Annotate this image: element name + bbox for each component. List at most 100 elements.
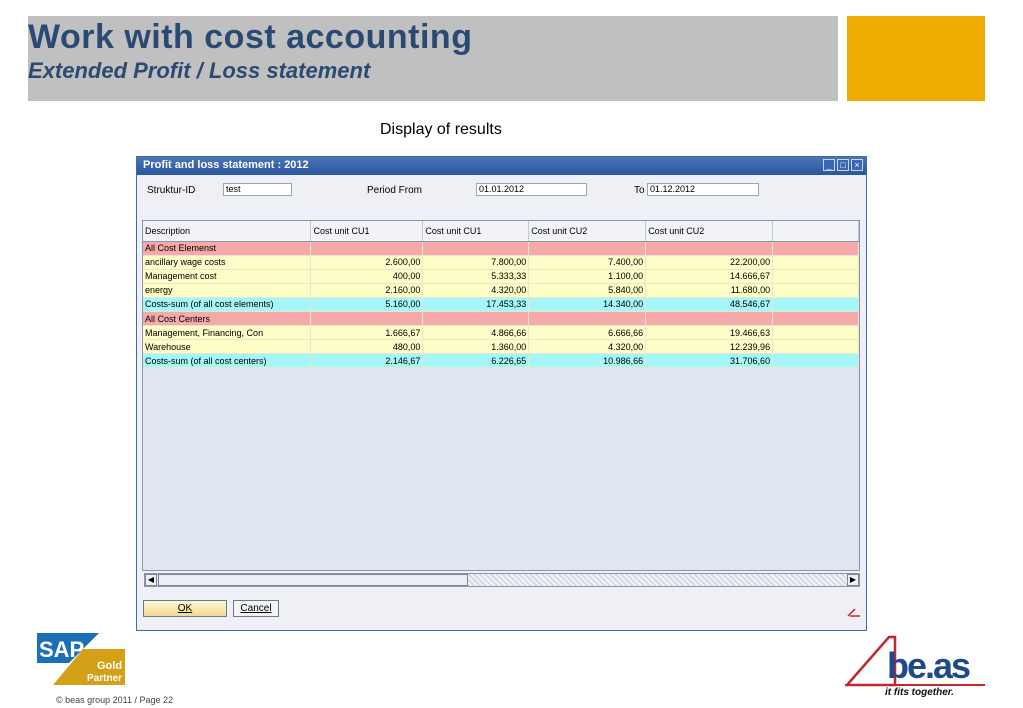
row-empty-cell (772, 255, 859, 270)
scrollbar-thumb[interactable] (158, 574, 468, 586)
row-value-cell[interactable]: 5.160,00 (310, 297, 424, 312)
row-value-cell[interactable]: 2.600,00 (310, 255, 424, 270)
table-row[interactable]: Costs-sum (of all cost elements) 5.160,00… (143, 297, 859, 312)
row-empty-cell (772, 283, 859, 298)
row-value-cell[interactable]: 48.546,67 (645, 297, 774, 312)
period-from-label: Period From (367, 185, 423, 196)
row-value-cell[interactable]: 22.200,00 (645, 255, 774, 270)
period-from-field[interactable]: 01.01.2012 (476, 183, 587, 196)
page-title: Work with cost accounting (28, 18, 473, 56)
row-empty-cell (772, 339, 859, 355)
window-title: Profit and loss statement : 2012 (143, 159, 309, 171)
results-grid: Description Cost unit CU1 Cost unit CU1 … (142, 220, 860, 571)
table-row[interactable]: Management cost 400,00 5.333,33 1.100,00 14.… (143, 269, 859, 284)
row-description-cell[interactable]: Costs-sum (of all cost centers) (143, 353, 312, 369)
row-value-cell[interactable]: 10.986,66 (528, 353, 647, 369)
column-header[interactable]: Description (143, 221, 312, 242)
struktur-id-field[interactable]: test (223, 183, 292, 196)
cancel-button[interactable]: Cancel (233, 600, 279, 617)
table-row[interactable]: All Cost Centers (143, 311, 859, 327)
row-value-cell[interactable]: 4.866,66 (422, 325, 530, 341)
row-value-cell[interactable]: 31.706,60 (645, 353, 774, 369)
row-value-cell[interactable]: 5.333,33 (422, 269, 530, 284)
row-value-cell[interactable] (422, 241, 530, 256)
row-description-cell[interactable]: All Cost Elemenst (143, 241, 312, 256)
pl-statement-window: Profit and loss statement : 2012 _ □ × S… (136, 156, 867, 631)
row-description-cell[interactable]: Management cost (143, 269, 312, 284)
table-row[interactable]: Warehouse 480,00 1.360,00 4.320,00 12.239,96 (143, 339, 859, 355)
row-value-cell[interactable]: 12.239,96 (645, 339, 774, 355)
row-empty-cell (772, 269, 859, 284)
row-description-cell[interactable]: Costs-sum (of all cost elements) (143, 297, 312, 312)
table-row[interactable]: Costs-sum (of all cost centers) 2.146,67 6… (143, 353, 859, 369)
window-titlebar[interactable]: Profit and loss statement : 2012 _ □ × (137, 157, 866, 175)
footer-copyright: © beas group 2011 / Page 22 (56, 695, 174, 705)
row-value-cell[interactable]: 4.320,00 (528, 339, 647, 355)
sap-partner-text: Partner (87, 673, 122, 684)
column-header[interactable]: Cost unit CU1 (310, 221, 424, 242)
row-value-cell[interactable]: 6.226,65 (422, 353, 530, 369)
row-value-cell[interactable]: 1.666,67 (310, 325, 424, 341)
row-value-cell[interactable]: 17.453,33 (422, 297, 530, 312)
row-value-cell[interactable] (310, 241, 424, 256)
row-value-cell[interactable]: 480,00 (310, 339, 424, 355)
row-value-cell[interactable] (422, 311, 530, 327)
row-value-cell[interactable] (645, 241, 774, 256)
row-empty-cell (772, 311, 859, 327)
sap-gold-text: Gold (97, 660, 122, 672)
table-row[interactable]: ancillary wage costs 2.600,00 7.800,00 7.40… (143, 255, 859, 270)
row-value-cell[interactable]: 1.100,00 (528, 269, 647, 284)
page-subtitle: Extended Profit / Loss statement (28, 58, 371, 83)
row-description-cell[interactable]: Warehouse (143, 339, 312, 355)
row-value-cell[interactable]: 4.320,00 (422, 283, 530, 298)
beas-logo: be.as it fits together. (845, 635, 985, 697)
row-value-cell[interactable]: 6.666,66 (528, 325, 647, 341)
table-row[interactable]: Management, Financing, Con 1.666,67 4.866,… (143, 325, 859, 341)
row-empty-cell (772, 297, 859, 312)
row-description-cell[interactable]: Management, Financing, Con (143, 325, 312, 341)
accent-box (847, 16, 985, 101)
row-description-cell[interactable]: All Cost Centers (143, 311, 312, 327)
row-value-cell[interactable] (528, 311, 647, 327)
row-value-cell[interactable] (310, 311, 424, 327)
row-value-cell[interactable]: 2.146,67 (310, 353, 424, 369)
maximize-button[interactable]: □ (837, 159, 849, 171)
row-value-cell[interactable]: 2.160,00 (310, 283, 424, 298)
row-empty-cell (772, 241, 859, 256)
table-row[interactable]: All Cost Elemenst (143, 241, 859, 256)
results-table: Description Cost unit CU1 Cost unit CU1 … (143, 221, 859, 369)
row-value-cell[interactable]: 1.360,00 (422, 339, 530, 355)
row-value-cell[interactable] (645, 311, 774, 327)
period-to-label: To (634, 185, 645, 196)
row-value-cell[interactable]: 7.400,00 (528, 255, 647, 270)
scroll-left-arrow-icon[interactable]: ◀ (145, 574, 157, 586)
row-description-cell[interactable]: energy (143, 283, 312, 298)
column-header[interactable]: Cost unit CU2 (528, 221, 647, 242)
close-button[interactable]: × (851, 159, 863, 171)
row-value-cell[interactable]: 14.666,67 (645, 269, 774, 284)
table-row[interactable]: energy 2.160,00 4.320,00 5.840,00 11.680,00 (143, 283, 859, 298)
row-value-cell[interactable]: 19.466,63 (645, 325, 774, 341)
beas-logo-text: be.as (887, 645, 970, 686)
row-value-cell[interactable]: 11.680,00 (645, 283, 774, 298)
ok-button[interactable]: OK (143, 600, 227, 617)
period-to-field[interactable]: 01.12.2012 (647, 183, 759, 196)
struktur-id-label: Struktur-ID (147, 185, 196, 196)
resize-corner-icon (847, 608, 860, 617)
sap-gold-partner-logo: SAP Gold Partner (37, 633, 125, 685)
column-header[interactable]: Cost unit CU2 (645, 221, 774, 242)
horizontal-scrollbar[interactable]: ◀ ▶ (144, 573, 860, 587)
row-value-cell[interactable]: 5.840,00 (528, 283, 647, 298)
row-value-cell[interactable] (528, 241, 647, 256)
column-header-empty (772, 221, 859, 242)
column-header[interactable]: Cost unit CU1 (422, 221, 530, 242)
row-value-cell[interactable]: 14.340,00 (528, 297, 647, 312)
row-value-cell[interactable]: 7.800,00 (422, 255, 530, 270)
row-description-cell[interactable]: ancillary wage costs (143, 255, 312, 270)
minimize-button[interactable]: _ (823, 159, 835, 171)
beas-tagline: it fits together. (885, 687, 954, 697)
row-value-cell[interactable]: 400,00 (310, 269, 424, 284)
caption: Display of results (380, 121, 502, 138)
row-empty-cell (772, 353, 859, 369)
scroll-right-arrow-icon[interactable]: ▶ (847, 574, 859, 586)
